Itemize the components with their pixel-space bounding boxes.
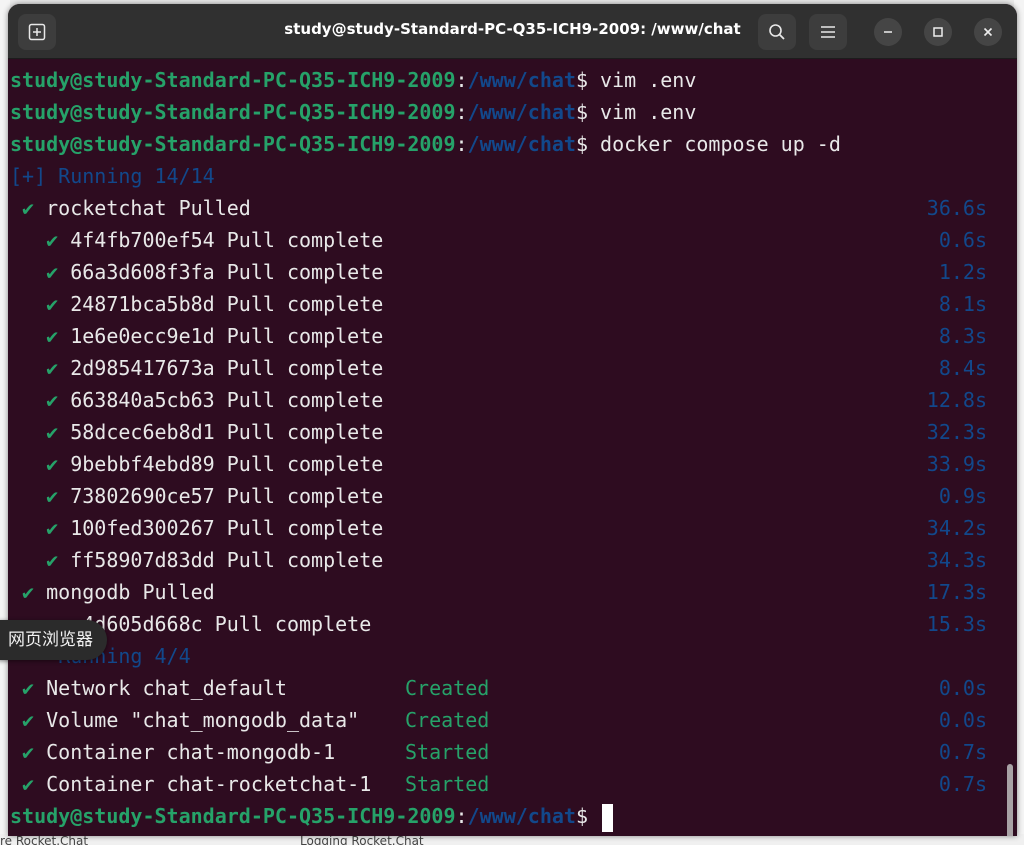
elapsed-time: 36.6s [926,196,987,220]
search-button[interactable] [758,14,796,50]
check-icon: ✔ [46,292,59,316]
check-icon: ✔ [46,548,59,572]
check-icon: ✔ [46,324,59,348]
elapsed-time: 17.3s [926,580,987,604]
image-pulled-line: ✔ mongodb Pulled [22,580,215,604]
resource-line: ✔ Container chat-rocketchat-1 [22,772,372,796]
elapsed-time: 34.3s [926,548,987,572]
check-icon: ✔ [22,708,35,732]
elapsed-time: 12.8s [926,388,987,412]
elapsed-time: 15.3s [926,612,987,636]
resource-status: Started [405,772,490,796]
elapsed-time: 0.9s [938,484,987,508]
layer-line: ✔ 58dcec6eb8d1 Pull complete [46,420,384,444]
check-icon: ✔ [22,580,35,604]
prompt-line: study@study-Standard-PC-Q35-ICH9-2009:/w… [10,132,841,156]
minimize-icon [884,31,892,33]
check-icon: ✔ [46,484,59,508]
check-icon: ✔ [46,228,59,252]
elapsed-time: 33.9s [926,452,987,476]
resource-line: ✔ Network chat_default [22,676,287,700]
close-icon [983,27,993,37]
resource-line: ✔ Container chat-mongodb-1 [22,740,336,764]
layer-line: ✔ 24871bca5b8d Pull complete [46,292,384,316]
menu-button[interactable] [809,14,847,50]
prompt-line: study@study-Standard-PC-Q35-ICH9-2009:/w… [10,800,614,832]
check-icon: ✔ [46,356,59,380]
hamburger-menu-icon [821,26,835,38]
resource-status: Started [405,740,490,764]
layer-line: ✔ 73802690ce57 Pull complete [46,484,384,508]
elapsed-time: 8.4s [938,356,987,380]
elapsed-time: 0.0s [938,708,987,732]
resource-line: ✔ Volume "chat_mongodb_data" [22,708,360,732]
terminal-window: study@study-Standard-PC-Q35-ICH9-2009: /… [8,4,1017,836]
check-icon: ✔ [22,772,35,796]
elapsed-time: 0.0s [938,676,987,700]
text-cursor [602,803,614,832]
layer-line: ✔ 663840a5cb63 Pull complete [46,388,384,412]
check-icon: ✔ [46,388,59,412]
check-icon: ✔ [22,676,35,700]
check-icon: ✔ [46,452,59,476]
resource-status: Created [405,708,490,732]
elapsed-time: 1.2s [938,260,987,284]
layer-line: ✔ 2d985417673a Pull complete [46,356,384,380]
maximize-icon [933,27,943,37]
maximize-button[interactable] [924,18,952,46]
elapsed-time: 32.3s [926,420,987,444]
check-icon: ✔ [46,260,59,284]
layer-line: ✔ 66a3d608f3fa Pull complete [46,260,384,284]
elapsed-time: 8.3s [938,324,987,348]
elapsed-time: 0.6s [938,228,987,252]
image-pulled-line: ✔ rocketchat Pulled [22,196,251,220]
window-title: study@study-Standard-PC-Q35-ICH9-2009: /… [284,20,741,38]
check-icon: ✔ [22,196,35,220]
resource-status: Created [405,676,490,700]
close-button[interactable] [974,18,1002,46]
layer-line: ✔ ff58907d83dd Pull complete [46,548,384,572]
scrollbar[interactable] [1007,764,1013,836]
running-status: [+] Running 14/14 [10,164,215,188]
prompt-line: study@study-Standard-PC-Q35-ICH9-2009:/w… [10,100,697,124]
check-icon: ✔ [46,420,59,444]
search-icon [769,24,785,40]
prompt-line: study@study-Standard-PC-Q35-ICH9-2009:/w… [10,68,697,92]
layer-line: ✔ 100fed300267 Pull complete [46,516,384,540]
check-icon: ✔ [22,740,35,764]
layer-line: ✔ 9bebbf4ebd89 Pull complete [46,452,384,476]
elapsed-time: 0.7s [938,740,987,764]
terminal-output[interactable]: study@study-Standard-PC-Q35-ICH9-2009:/w… [8,59,1017,836]
layer-line: ✔ 4f4fb700ef54 Pull complete [46,228,384,252]
minimize-button[interactable] [874,18,902,46]
elapsed-time: 0.7s [938,772,987,796]
check-icon: ✔ [46,516,59,540]
elapsed-time: 8.1s [938,292,987,316]
dock-tooltip: 网页浏览器 [0,620,107,660]
layer-line: ✔ 1e6e0ecc9e1d Pull complete [46,324,384,348]
elapsed-time: 34.2s [926,516,987,540]
title-bar[interactable]: study@study-Standard-PC-Q35-ICH9-2009: /… [8,4,1017,59]
